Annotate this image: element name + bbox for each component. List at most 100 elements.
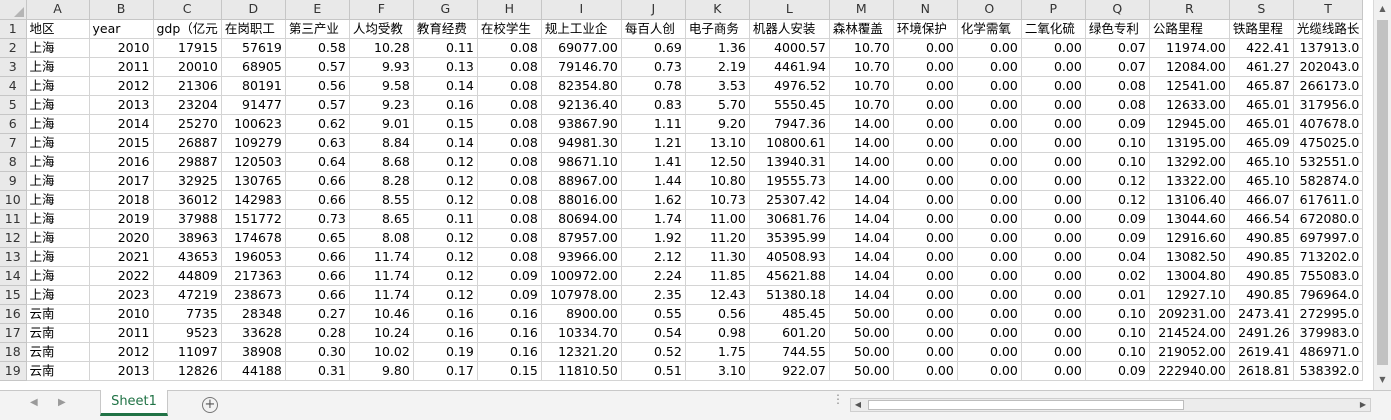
cell[interactable]: 0.14 [413,133,478,153]
cell[interactable]: 0.12 [413,152,478,172]
cell[interactable]: 94981.30 [541,133,622,153]
cell[interactable]: 0.00 [893,285,958,305]
column-header-m[interactable]: M [829,0,894,20]
cell[interactable]: 50.00 [829,342,894,362]
cell[interactable]: 272995.0 [1293,304,1364,324]
cell[interactable]: 10.28 [349,38,414,58]
cell[interactable]: 9.20 [685,114,750,134]
cell[interactable]: 0.09 [1085,228,1150,248]
cell[interactable]: 50.00 [829,323,894,343]
cell[interactable]: 0.00 [957,133,1022,153]
cell[interactable]: 0.00 [957,38,1022,58]
cell[interactable]: 0.00 [957,171,1022,191]
cell[interactable]: 0.00 [893,323,958,343]
cell[interactable]: 0.12 [413,171,478,191]
cell[interactable]: 森林覆盖 [829,19,894,39]
cell[interactable]: 713202.0 [1293,247,1364,267]
cell[interactable]: 0.10 [1085,342,1150,362]
cell[interactable]: 36012 [153,190,222,210]
column-header-r[interactable]: R [1149,0,1230,20]
cell[interactable]: 0.10 [1085,133,1150,153]
cell[interactable]: 0.02 [1085,266,1150,286]
column-header-f[interactable]: F [349,0,414,20]
cell[interactable]: 0.10 [1085,152,1150,172]
cell[interactable]: 2010 [89,304,154,324]
cell[interactable]: 0.66 [285,266,350,286]
row-header[interactable]: 2 [0,38,27,58]
cell[interactable]: 0.00 [957,323,1022,343]
cell[interactable]: 8900.00 [541,304,622,324]
cell[interactable]: 0.57 [285,57,350,77]
cell[interactable]: 19555.73 [749,171,830,191]
cell[interactable]: 26887 [153,133,222,153]
cell[interactable]: 0.83 [621,95,686,115]
cell[interactable]: 0.00 [893,209,958,229]
cell[interactable]: 465.87 [1229,76,1294,96]
cell[interactable]: 80694.00 [541,209,622,229]
cell[interactable]: 0.98 [685,323,750,343]
row-header[interactable]: 17 [0,323,27,343]
cell[interactable]: 光缆线路长 [1293,19,1364,39]
cell[interactable]: 0.54 [621,323,686,343]
cell[interactable]: 44188 [221,361,286,381]
cell[interactable]: 1.36 [685,38,750,58]
cell[interactable]: 0.00 [893,266,958,286]
next-sheet-icon[interactable]: ▶ [58,397,66,408]
cell[interactable]: 98671.10 [541,152,622,172]
cell[interactable]: 0.00 [1021,171,1086,191]
cell[interactable]: 0.28 [285,323,350,343]
cell[interactable]: 上海 [26,285,90,305]
cell[interactable]: 5.70 [685,95,750,115]
cell[interactable]: 0.00 [893,38,958,58]
cell[interactable]: 11974.00 [1149,38,1230,58]
cell[interactable]: 0.00 [957,190,1022,210]
cell[interactable]: 93966.00 [541,247,622,267]
cell[interactable]: 0.07 [1085,57,1150,77]
cell[interactable]: 上海 [26,152,90,172]
cell[interactable]: 0.52 [621,342,686,362]
cell[interactable]: 82354.80 [541,76,622,96]
cell[interactable]: 10.02 [349,342,414,362]
cell[interactable]: 28348 [221,304,286,324]
cell[interactable]: 10.70 [829,95,894,115]
cell[interactable]: 0.00 [893,190,958,210]
column-header-h[interactable]: H [477,0,542,20]
cell[interactable]: 0.00 [1021,76,1086,96]
horizontal-scrollbar[interactable]: ◀ ▶ [850,398,1371,412]
cell[interactable]: 上海 [26,38,90,58]
cell[interactable]: 4461.94 [749,57,830,77]
cell[interactable]: 0.16 [477,304,542,324]
cell[interactable]: 11.74 [349,266,414,286]
cell[interactable]: 174678 [221,228,286,248]
row-header[interactable]: 14 [0,266,27,286]
cell[interactable]: 2618.81 [1229,361,1294,381]
horizontal-scroll-thumb[interactable] [868,400,1184,410]
cell[interactable]: 0.00 [957,304,1022,324]
cell[interactable]: 317956.0 [1293,95,1364,115]
cell[interactable]: 0.66 [285,190,350,210]
cell[interactable]: 13322.00 [1149,171,1230,191]
cell[interactable]: 137913.0 [1293,38,1364,58]
cell[interactable]: 0.78 [621,76,686,96]
cell[interactable]: 0.12 [413,228,478,248]
cell[interactable]: 2.12 [621,247,686,267]
cell[interactable]: 11.30 [685,247,750,267]
cell[interactable]: 上海 [26,228,90,248]
cell[interactable]: 0.13 [413,57,478,77]
cell[interactable]: 0.08 [477,57,542,77]
cell[interactable]: 8.08 [349,228,414,248]
cell[interactable]: 14.04 [829,285,894,305]
cell[interactable]: 0.00 [1021,247,1086,267]
cell[interactable]: 14.00 [829,171,894,191]
cell[interactable]: 0.00 [957,266,1022,286]
cell[interactable]: 13940.31 [749,152,830,172]
cell[interactable]: 25307.42 [749,190,830,210]
cell[interactable]: 0.09 [1085,361,1150,381]
cell[interactable]: 0.63 [285,133,350,153]
cell[interactable]: 12916.60 [1149,228,1230,248]
row-header[interactable]: 16 [0,304,27,324]
cell[interactable]: 11097 [153,342,222,362]
cell[interactable]: 87957.00 [541,228,622,248]
cell[interactable]: 第三产业 [285,19,350,39]
cell[interactable]: 0.57 [285,95,350,115]
